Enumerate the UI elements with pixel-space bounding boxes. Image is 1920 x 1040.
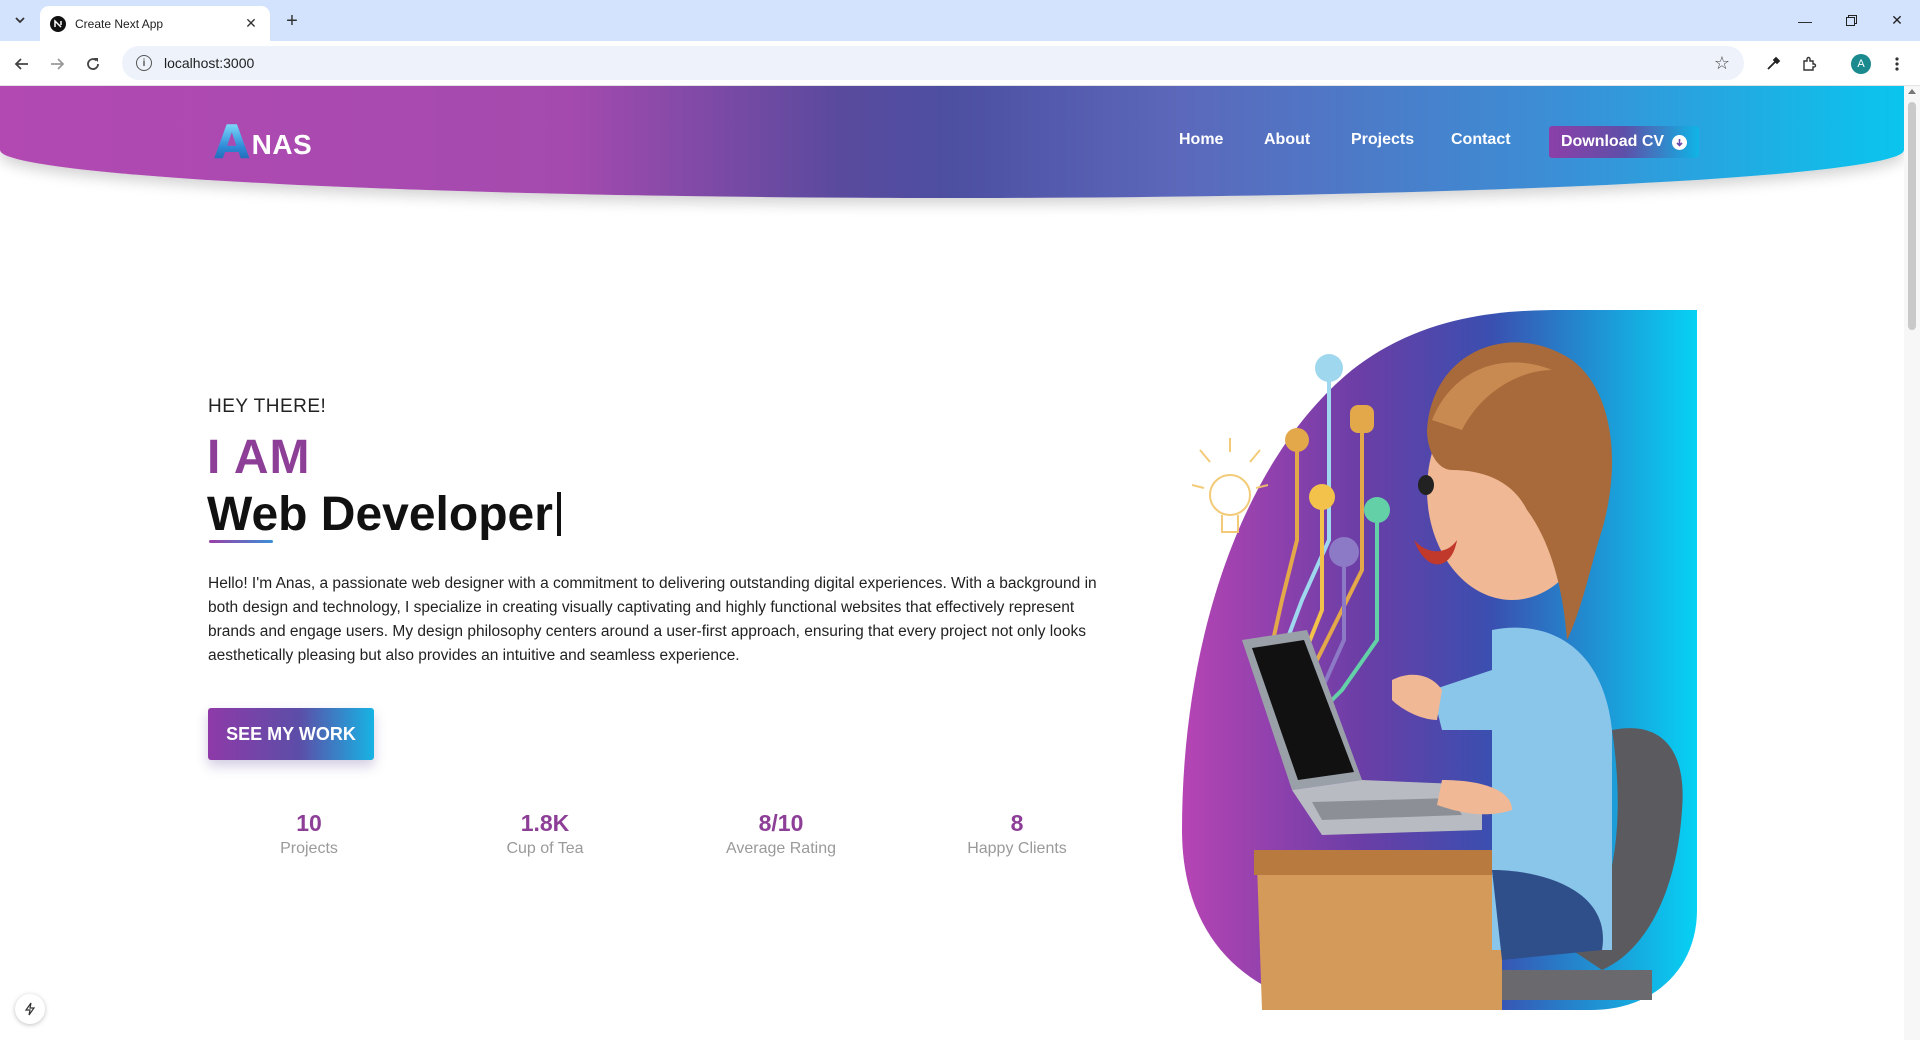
page-viewport: A NAS Home About Projects Contact Downlo… <box>0 86 1920 1040</box>
profile-initial: A <box>1851 54 1871 74</box>
nextjs-dev-indicator-icon[interactable] <box>15 994 45 1024</box>
browser-tab[interactable]: Create Next App ✕ <box>40 6 270 41</box>
stat-label: Projects <box>280 840 338 857</box>
back-icon[interactable] <box>9 51 35 77</box>
nav-projects[interactable]: Projects <box>1351 131 1414 149</box>
download-cv-label: Download CV <box>1560 133 1665 150</box>
restore-icon[interactable] <box>1828 0 1874 41</box>
next-favicon-icon <box>50 15 66 32</box>
see-my-work-button[interactable]: SEE MY WORK <box>208 708 374 760</box>
close-icon[interactable]: ✕ <box>242 15 260 33</box>
nav-home[interactable]: Home <box>1179 131 1223 149</box>
stat-clients: 8 Happy Clients <box>917 808 1117 858</box>
star-icon[interactable]: ☆ <box>1714 53 1730 74</box>
forward-icon[interactable] <box>44 51 70 77</box>
hero-role-text: Web Developer <box>207 488 553 541</box>
nav-about[interactable]: About <box>1264 131 1310 149</box>
scroll-up-icon[interactable] <box>1908 89 1916 94</box>
stat-value: 8 <box>1010 810 1024 836</box>
logo-mark: A <box>214 115 250 169</box>
close-window-icon[interactable]: ✕ <box>1874 0 1920 41</box>
window-controls: — ✕ <box>1782 0 1920 41</box>
typing-caret <box>556 492 561 536</box>
developer-illustration <box>1182 310 1697 1010</box>
stat-rating: 8/10 Average Rating <box>681 808 881 858</box>
stat-value: 10 <box>296 810 322 836</box>
extensions-icon[interactable] <box>1796 51 1822 77</box>
hero-role: Web Developer <box>207 491 561 539</box>
profile-avatar[interactable]: A <box>1848 51 1874 77</box>
tab-title: Create Next App <box>75 16 164 31</box>
download-icon <box>1672 134 1688 150</box>
browser-toolbar: i localhost:3000 ☆ A <box>0 41 1920 86</box>
stat-label: Average Rating <box>726 840 836 857</box>
address-bar[interactable]: i localhost:3000 ☆ <box>122 46 1744 80</box>
hero-greeting: HEY THERE! <box>208 396 327 417</box>
hero-bio: Hello! I'm Anas, a passionate web design… <box>208 575 1097 664</box>
site-logo[interactable]: A NAS <box>214 119 312 165</box>
nav-contact[interactable]: Contact <box>1451 131 1511 149</box>
role-underline <box>209 540 273 543</box>
scroll-thumb[interactable] <box>1908 102 1916 330</box>
hero-intro: I AM <box>207 431 311 484</box>
reload-icon[interactable] <box>80 51 106 77</box>
download-cv-button[interactable]: Download CV <box>1549 126 1699 158</box>
plus-icon[interactable]: + <box>280 9 304 33</box>
stat-tea: 1.8K Cup of Tea <box>445 808 645 858</box>
kebab-menu-icon[interactable] <box>1884 51 1910 77</box>
stat-projects: 10 Projects <box>209 808 409 858</box>
url-text: localhost:3000 <box>164 55 255 71</box>
stat-value: 1.8K <box>520 810 570 836</box>
browser-tab-strip: Create Next App ✕ + — ✕ <box>0 0 1920 41</box>
site-header: A NAS Home About Projects Contact Downlo… <box>0 86 1904 198</box>
stat-label: Happy Clients <box>967 840 1067 857</box>
stat-label: Cup of Tea <box>506 840 584 857</box>
tab-list-icon[interactable] <box>8 8 32 32</box>
logo-text: NAS <box>251 129 313 160</box>
page-scrollbar[interactable] <box>1904 86 1920 1040</box>
minimize-icon[interactable]: — <box>1782 0 1828 41</box>
eyedropper-icon[interactable] <box>1760 51 1786 77</box>
stat-value: 8/10 <box>758 810 804 836</box>
site-info-icon[interactable]: i <box>136 55 152 71</box>
